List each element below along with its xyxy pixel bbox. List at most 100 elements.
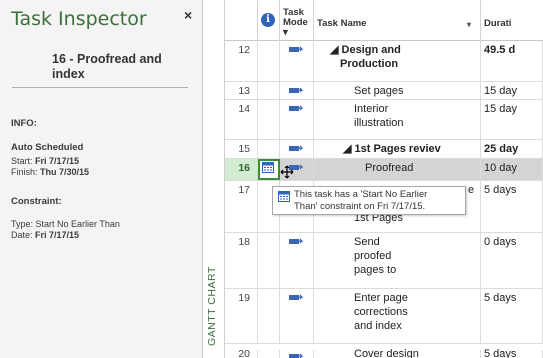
auto-scheduled-icon bbox=[289, 238, 303, 244]
task-name-line2: proofed bbox=[354, 250, 392, 262]
constraint-date-label: Date: bbox=[11, 230, 36, 240]
row-id: 18 bbox=[225, 233, 258, 288]
row-id: 17 bbox=[225, 181, 258, 232]
table-row[interactable]: 18 Send proofed pages to 0 days bbox=[225, 233, 543, 289]
tooltip-line2: Than' constraint on Fri 7/17/15. bbox=[294, 201, 426, 212]
constraint-type: Type: Start No Earlier Than bbox=[11, 219, 120, 229]
indicator-cell bbox=[258, 82, 280, 99]
constraint-date-value: Fri 7/17/15 bbox=[35, 230, 80, 240]
duration-cell[interactable]: 49.5 d bbox=[481, 41, 543, 81]
auto-scheduled-icon bbox=[289, 46, 303, 52]
task-name-cell[interactable]: Interior illustration bbox=[314, 100, 481, 139]
close-icon[interactable]: × bbox=[184, 7, 192, 23]
task-name-line2: Production bbox=[340, 58, 399, 70]
table-row[interactable]: 20 Cover design 5 days bbox=[225, 349, 543, 358]
task-mode-cell[interactable] bbox=[280, 350, 314, 358]
task-name-header-label: Task Name bbox=[317, 18, 367, 29]
divider bbox=[12, 87, 188, 88]
auto-scheduled-icon bbox=[289, 353, 303, 358]
calendar-constraint-icon bbox=[278, 191, 290, 202]
task-name-line2: corrections bbox=[354, 306, 408, 318]
column-header-task-name[interactable]: Task Name ▾ bbox=[314, 0, 481, 41]
duration-cell[interactable]: 15 day bbox=[481, 82, 543, 99]
inspector-task-line1: 16 - Proofread and bbox=[52, 52, 162, 66]
duration-cell[interactable]: 5 days bbox=[481, 349, 543, 358]
duration-cell[interactable]: 15 day bbox=[481, 100, 543, 139]
auto-scheduled-icon bbox=[289, 87, 303, 93]
duration-cell[interactable]: 10 day bbox=[481, 159, 543, 180]
table-row[interactable]: 14 Interior illustration 15 day bbox=[225, 100, 543, 140]
start-value: Fri 7/17/15 bbox=[35, 156, 80, 166]
row-id: 19 bbox=[225, 289, 258, 343]
auto-scheduled-icon bbox=[289, 145, 303, 151]
info-label: INFO: bbox=[11, 118, 37, 129]
column-header-indicators[interactable]: i bbox=[258, 0, 280, 41]
task-name-cell[interactable]: Proofread bbox=[314, 159, 481, 180]
row-id: 14 bbox=[225, 100, 258, 139]
move-cursor-icon bbox=[280, 165, 294, 179]
table-row[interactable]: 19 Enter page corrections and index 5 da… bbox=[225, 289, 543, 344]
start-label: Start: bbox=[11, 156, 36, 166]
task-mode-cell[interactable] bbox=[280, 41, 314, 81]
task-name-cell[interactable]: Enter page corrections and index bbox=[314, 289, 481, 343]
table-row[interactable]: 15 ◢ 1st Pages reviev 25 day bbox=[225, 140, 543, 159]
inspector-task-name: 16 - Proofread and index bbox=[52, 52, 180, 82]
row-id: 20 bbox=[225, 349, 258, 358]
row-id: 15 bbox=[225, 140, 258, 158]
task-name-line1: Enter page bbox=[354, 292, 408, 304]
task-sheet-grid: i Task Mode ▾ Task Name ▾ Durati 12 ◢ De… bbox=[225, 0, 543, 358]
auto-scheduled-icon bbox=[289, 294, 303, 300]
task-mode-cell[interactable] bbox=[280, 140, 314, 158]
table-row[interactable]: 13 Set pages 15 day bbox=[225, 82, 543, 100]
info-icon: i bbox=[261, 13, 275, 27]
task-name-line3: pages to bbox=[354, 264, 397, 276]
task-name-cell[interactable]: ◢ Design and Production bbox=[314, 41, 481, 81]
task-name-cell[interactable]: Cover design bbox=[314, 349, 481, 358]
indicator-cell bbox=[258, 100, 280, 139]
column-header-task-mode[interactable]: Task Mode ▾ bbox=[280, 0, 314, 41]
task-mode-cell[interactable] bbox=[280, 233, 314, 288]
table-row[interactable]: 12 ◢ Design and Production 49.5 d bbox=[225, 41, 543, 82]
inspector-title: Task Inspector bbox=[11, 8, 147, 30]
chevron-down-icon[interactable]: ▾ bbox=[467, 20, 471, 30]
auto-scheduled-icon bbox=[289, 105, 303, 111]
column-header-duration[interactable]: Durati bbox=[481, 0, 543, 41]
row-id: 16 bbox=[225, 159, 258, 180]
task-inspector-pane: Task Inspector × 16 - Proofread and inde… bbox=[0, 0, 203, 358]
row-id: 13 bbox=[225, 82, 258, 99]
task-name-line1: ◢ Design and bbox=[330, 44, 401, 56]
task-mode-header-line2: Mode ▾ bbox=[283, 17, 308, 38]
indicator-cell bbox=[258, 140, 280, 158]
select-all-corner[interactable] bbox=[225, 0, 258, 41]
column-header-row: i Task Mode ▾ Task Name ▾ Durati bbox=[225, 0, 543, 41]
finish-date: Finish: Thu 7/30/15 bbox=[11, 167, 89, 178]
row-id: 12 bbox=[225, 41, 258, 81]
calendar-constraint-icon[interactable] bbox=[262, 162, 274, 173]
indicator-cell[interactable] bbox=[258, 159, 280, 180]
duration-cell[interactable]: 25 day bbox=[481, 140, 543, 158]
indicator-cell bbox=[258, 41, 280, 81]
tooltip-line1: This task has a 'Start No Earlier bbox=[294, 189, 428, 200]
table-row-selected[interactable]: 16 Proofread 10 day bbox=[225, 159, 543, 181]
constraint-date: Date: Fri 7/17/15 bbox=[11, 230, 79, 241]
duration-cell[interactable]: 5 days bbox=[481, 181, 543, 232]
task-name-line2: illustration bbox=[354, 117, 404, 129]
task-name-cell[interactable]: Set pages bbox=[314, 82, 481, 99]
indicator-cell bbox=[258, 350, 280, 358]
task-name-cell[interactable]: ◢ 1st Pages reviev bbox=[314, 140, 481, 158]
scheduling-mode: Auto Scheduled bbox=[11, 142, 84, 153]
finish-value: Thu 7/30/15 bbox=[40, 167, 90, 177]
task-mode-cell[interactable] bbox=[280, 82, 314, 99]
indicator-cell bbox=[258, 233, 280, 288]
duration-cell[interactable]: 0 days bbox=[481, 233, 543, 288]
duration-cell[interactable]: 5 days bbox=[481, 289, 543, 343]
inspector-task-line2: index bbox=[52, 67, 85, 81]
constraint-label: Constraint: bbox=[11, 196, 62, 207]
constraint-tooltip: This task has a 'Start No Earlier Than' … bbox=[272, 186, 466, 215]
task-name-line3: and index bbox=[354, 320, 402, 332]
task-mode-cell[interactable] bbox=[280, 100, 314, 139]
task-name-line1: Interior bbox=[354, 103, 389, 115]
task-name-cell[interactable]: Send proofed pages to bbox=[314, 233, 481, 288]
view-label-text: GANTT CHART bbox=[206, 266, 218, 346]
task-mode-cell[interactable] bbox=[280, 289, 314, 343]
